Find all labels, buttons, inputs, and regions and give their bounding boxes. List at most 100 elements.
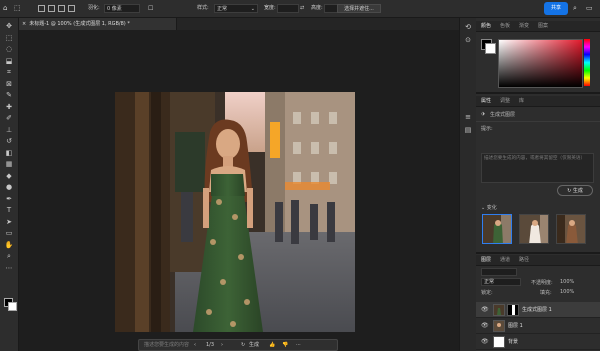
add-selection-icon[interactable] <box>48 5 55 12</box>
ctx-generate-button[interactable]: 生成 <box>249 341 259 350</box>
anti-alias-checkbox[interactable]: ☐ <box>148 4 153 13</box>
generate-button-label: 生成 <box>572 188 583 194</box>
next-icon[interactable]: › <box>221 341 223 350</box>
more-icon[interactable]: ⋯ <box>4 264 14 273</box>
clone-stamp-icon[interactable]: ⊥ <box>4 126 14 135</box>
layer-row[interactable]: 👁 生成式图层 1 <box>476 302 600 318</box>
prompt-label: 提示: <box>481 126 493 132</box>
layer-row[interactable]: 👁 图层 1 <box>476 318 600 334</box>
visibility-eye-icon[interactable]: 👁 <box>481 338 489 345</box>
tab-adjustments[interactable]: 调整 <box>500 96 510 106</box>
libraries-panel-icon[interactable]: ▤ <box>463 126 473 135</box>
dodge-icon[interactable]: ● <box>4 183 14 192</box>
move-icon[interactable]: ✥ <box>4 22 14 31</box>
opacity-value[interactable]: 100% <box>560 279 574 285</box>
eyedropper-icon[interactable]: ✎ <box>4 91 14 100</box>
tab-swatches[interactable]: 色板 <box>500 21 510 31</box>
layer-thumbnail <box>493 320 505 332</box>
object-select-icon[interactable]: ⬓ <box>4 57 14 66</box>
thumbs-up-icon[interactable]: 👍 <box>269 341 275 350</box>
frame-icon[interactable]: ⊠ <box>4 80 14 89</box>
variations-label: 变化 <box>486 205 497 211</box>
canvas-image[interactable] <box>115 92 355 332</box>
variation-thumbnail-2[interactable] <box>519 214 549 244</box>
fill-value[interactable]: 100% <box>560 289 574 295</box>
toolbar: ✥ ⬚ ◌ ⬓ ⌗ ⊠ ✎ ✚ ✐ ⊥ ↺ ◧ ▦ ◆ ● ✒ T ➤ ▭ ✋ ⌕ ⋯ <box>0 18 19 351</box>
more-icon[interactable]: ⋯ <box>296 341 301 350</box>
healing-brush-icon[interactable]: ✚ <box>4 103 14 112</box>
intersect-selection-icon[interactable] <box>68 5 75 12</box>
tab-patterns[interactable]: 图案 <box>538 21 548 31</box>
tab-channels[interactable]: 通道 <box>500 255 510 265</box>
chevron-down-icon: ⌄ <box>250 6 255 12</box>
gradient-icon[interactable]: ▦ <box>4 160 14 169</box>
home-icon[interactable]: ⌂ <box>3 4 7 13</box>
tab-color[interactable]: 颜色 <box>481 21 491 31</box>
lasso-icon[interactable]: ◌ <box>4 45 14 54</box>
layers-panel-tabs: 图层 通道 路径 <box>476 255 600 266</box>
marquee-icon[interactable]: ⬚ <box>4 34 14 43</box>
blur-icon[interactable]: ◆ <box>4 172 14 181</box>
pen-icon[interactable]: ✒ <box>4 195 14 204</box>
thumbs-down-icon[interactable]: 👎 <box>282 341 288 350</box>
generate-button[interactable]: ↻ 生成 <box>557 185 593 196</box>
tab-properties[interactable]: 属性 <box>481 96 491 106</box>
search-icon[interactable]: ⌕ <box>573 4 577 13</box>
subtract-selection-icon[interactable] <box>58 5 65 12</box>
tab-paths[interactable]: 路径 <box>519 255 529 265</box>
refresh-icon[interactable]: ↻ <box>241 341 245 350</box>
tab-layers[interactable]: 图层 <box>481 255 491 265</box>
select-and-mask-button[interactable]: 选择并遮住... <box>337 4 381 13</box>
feather-input[interactable]: 0 像素 <box>104 4 140 13</box>
layer-type-label: 生成式图层 <box>490 112 516 118</box>
contextual-task-bar: 描述您要生成的内容 ‹ 1/3 › ↻ 生成 👍 👎 ⋯ <box>138 339 338 351</box>
visibility-eye-icon[interactable]: 👁 <box>481 306 489 313</box>
marquee-preset-icon[interactable]: ⬚ <box>14 4 21 13</box>
toolbar-background-swatch[interactable] <box>8 302 17 311</box>
options-bar: ⌂ ⬚ 羽化: 0 像素 ☐ 样式: 正常 ⌄ 宽度: ⇄ 高度: 选择并遮住..… <box>0 0 600 18</box>
color-picker-field[interactable] <box>498 39 583 88</box>
layer-filter-select[interactable] <box>481 268 517 276</box>
visibility-eye-icon[interactable]: 👁 <box>481 322 489 329</box>
style-select[interactable]: 正常 ⌄ <box>214 4 258 13</box>
variation-thumbnail-3[interactable] <box>556 214 586 244</box>
zoom-icon[interactable]: ⌕ <box>4 252 14 261</box>
divider <box>476 121 600 122</box>
tab-libraries[interactable]: 库 <box>519 96 524 106</box>
swap-icon[interactable]: ⇄ <box>300 4 304 13</box>
type-icon[interactable]: T <box>4 206 14 215</box>
properties-panel-icon[interactable]: ≡ <box>463 113 473 122</box>
path-select-icon[interactable]: ➤ <box>4 218 14 227</box>
ctx-prompt-input[interactable]: 描述您要生成的内容 <box>144 341 189 350</box>
hue-slider[interactable] <box>584 39 590 86</box>
brush-icon[interactable]: ✐ <box>4 114 14 123</box>
history-brush-icon[interactable]: ↺ <box>4 137 14 146</box>
layer-name: 图层 1 <box>508 323 523 329</box>
layer-row[interactable]: 👁 背景 <box>476 334 600 350</box>
layer-name: 背景 <box>508 339 519 345</box>
layer-thumbnail <box>493 336 505 348</box>
variations-header[interactable]: ⌄ 变化 <box>481 204 497 211</box>
layer-name: 生成式图层 1 <box>522 307 552 313</box>
width-input[interactable] <box>277 4 299 13</box>
rectangle-icon[interactable]: ▭ <box>4 229 14 238</box>
close-tab-icon[interactable]: × <box>22 21 26 27</box>
prompt-textarea[interactable]: 描述您要生成的内容，或者将其留空（仅限英语） <box>481 153 594 183</box>
background-color-swatch[interactable] <box>485 43 496 54</box>
history-panel-icon[interactable]: ⟲ <box>463 23 473 32</box>
workspace-icon[interactable]: ▭ <box>586 4 593 13</box>
document-tab-bar: × 未标题-1 @ 100% (生成式图层 1, RGB/8) * <box>19 18 474 30</box>
previous-icon[interactable]: ‹ <box>194 341 196 350</box>
variation-thumbnail-1[interactable] <box>482 214 512 244</box>
document-tab[interactable]: × 未标题-1 @ 100% (生成式图层 1, RGB/8) * <box>19 18 177 30</box>
variation-counter: 1/3 <box>206 342 215 348</box>
hand-icon[interactable]: ✋ <box>4 241 14 250</box>
blend-mode-select[interactable]: 正常 <box>481 278 521 286</box>
tab-gradients[interactable]: 渐变 <box>519 21 529 31</box>
crop-icon[interactable]: ⌗ <box>4 68 14 77</box>
opacity-label: 不透明度: <box>531 280 553 286</box>
eraser-icon[interactable]: ◧ <box>4 149 14 158</box>
adjust-panel-icon[interactable]: ⊙ <box>463 36 473 45</box>
new-selection-icon[interactable] <box>38 5 45 12</box>
share-button[interactable]: 共享 <box>544 2 568 15</box>
